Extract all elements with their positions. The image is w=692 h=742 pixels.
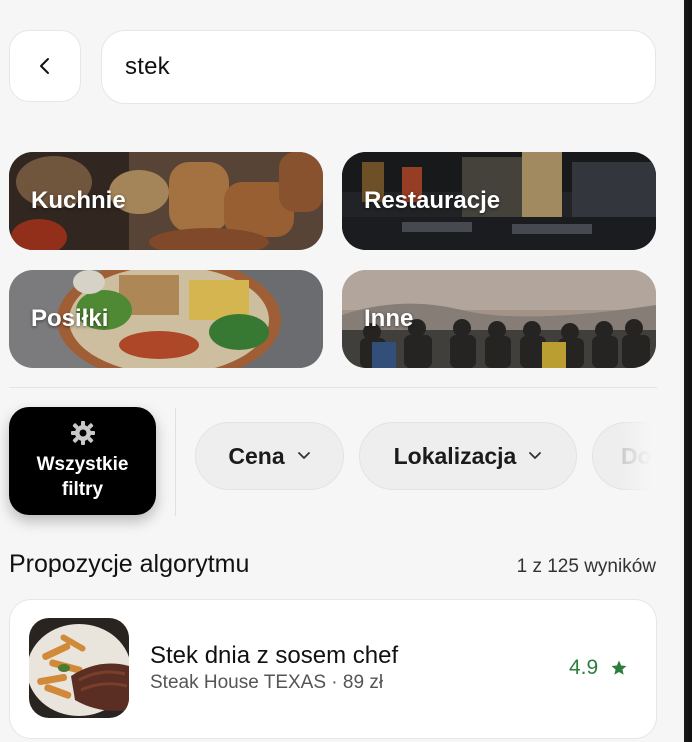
category-label: Kuchnie [31, 187, 126, 214]
filters-separator [175, 408, 176, 516]
chip-label: Lokalizacja [393, 442, 517, 469]
scroll-fade [620, 410, 666, 502]
category-tile-restauracje[interactable]: Restauracje [342, 152, 656, 250]
steak-image [29, 618, 129, 718]
category-tile-inne[interactable]: Inne [342, 270, 656, 368]
category-label: Inne [364, 305, 414, 332]
category-label: Restauracje [364, 187, 501, 214]
window-edge [676, 0, 692, 742]
category-tile-kuchnie[interactable]: Kuchnie [9, 152, 323, 250]
chevron-down-icon [529, 452, 542, 459]
back-button[interactable] [9, 30, 81, 102]
divider [9, 387, 657, 388]
gear-icon [70, 421, 95, 445]
rating: 4.9 [569, 656, 628, 680]
star-icon [611, 660, 627, 675]
dish-title: Stek dnia z sosem chef [150, 642, 399, 669]
search-value: stek [125, 53, 170, 80]
category-tile-posilki[interactable]: Posiłki [9, 270, 323, 368]
category-label: Posiłki [31, 305, 109, 332]
search-input[interactable]: stek [101, 30, 656, 104]
dish-subtitle: Steak House TEXAS · 89 zł [150, 672, 384, 693]
chip-label: Cena [228, 442, 285, 469]
all-filters-label: Wszystkie filtry [36, 454, 129, 500]
filter-chip-lokalizacja[interactable]: Lokalizacja [359, 422, 577, 490]
chevron-left-icon [40, 58, 49, 74]
dish-thumbnail [29, 618, 129, 718]
filter-chip-cena[interactable]: Cena [195, 422, 344, 490]
all-filters-button[interactable]: Wszystkie filtry [9, 407, 156, 515]
rating-value: 4.9 [569, 656, 599, 679]
chevron-down-icon [297, 452, 310, 459]
result-card[interactable]: Stek dnia z sosem chef Steak House TEXAS… [9, 599, 657, 739]
section-title: Propozycje algorytmu [9, 550, 250, 578]
results-count: 1 z 125 wyników [516, 556, 656, 577]
